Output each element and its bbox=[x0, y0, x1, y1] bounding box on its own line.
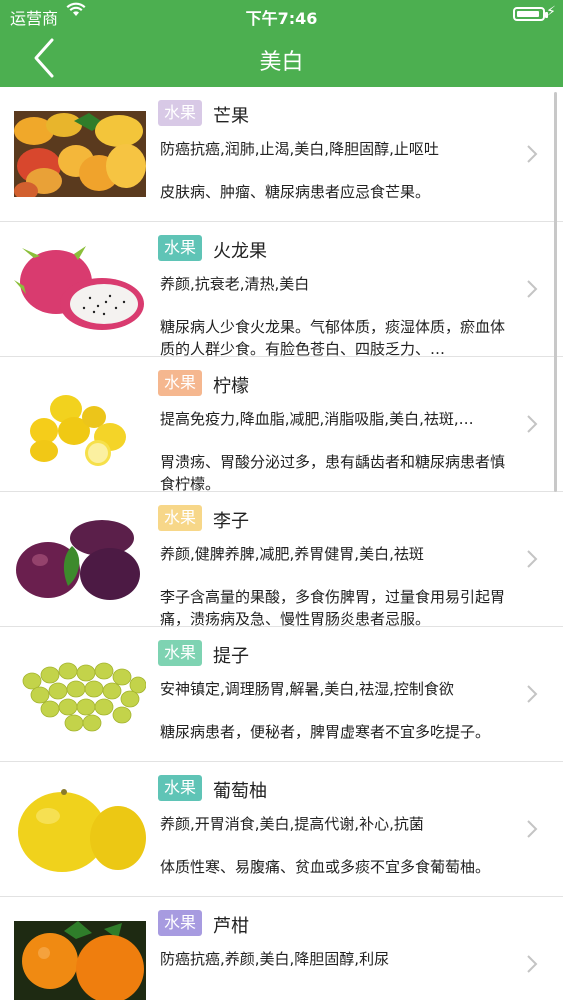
lemon-image bbox=[14, 381, 146, 467]
chevron-right-icon bbox=[527, 685, 538, 703]
food-name: 李子 bbox=[213, 511, 249, 532]
status-time: 下午7:46 bbox=[245, 9, 318, 28]
food-effects: 防癌抗癌,润肺,止渴,美白,降胆固醇,止呕吐 bbox=[160, 140, 439, 158]
category-tag: 水果 bbox=[158, 370, 203, 396]
category-tag: 水果 bbox=[158, 640, 203, 666]
list-item[interactable]: 水果 李子 养颜,健脾养脾,减肥,养胃健胃,美白,祛斑 李子含高量的果酸，多食伤… bbox=[0, 492, 563, 628]
food-name: 提子 bbox=[213, 646, 249, 667]
chevron-right-icon bbox=[527, 280, 538, 298]
list-item[interactable]: 水果 火龙果 养颜,抗衰老,清热,美白 糖尿病人少食火龙果。气郁体质，痰湿体质，… bbox=[0, 222, 563, 358]
category-tag: 水果 bbox=[158, 100, 203, 126]
orange-image bbox=[14, 921, 146, 1000]
battery-icon bbox=[513, 7, 548, 21]
food-effects: 提高免疫力,降血脂,减肥,消脂吸脂,美白,祛斑,… bbox=[160, 410, 474, 428]
food-name: 柠檬 bbox=[213, 376, 249, 397]
list-item[interactable]: 水果 芒果 防癌抗癌,润肺,止渴,美白,降胆固醇,止呕吐 皮肤病、肿瘤、糖尿病患… bbox=[0, 87, 563, 222]
food-effects: 养颜,抗衰老,清热,美白 bbox=[160, 275, 310, 293]
category-tag: 水果 bbox=[158, 775, 203, 801]
food-note: 糖尿病人少食火龙果。气郁体质，痰湿体质，瘀血体质的人群少食。有脸色苍白、四肢乏力… bbox=[160, 318, 506, 358]
category-tag: 水果 bbox=[158, 505, 203, 531]
app-header: 运营商 下午7:46 ⚡ 美白 bbox=[0, 0, 563, 87]
chevron-right-icon bbox=[527, 145, 538, 163]
list-item[interactable]: 水果 芦柑 防癌抗癌,养颜,美白,降胆固醇,利尿 bbox=[0, 897, 563, 1000]
category-tag: 水果 bbox=[158, 235, 203, 261]
food-note: 胃溃疡、胃酸分泌过多，患有龋齿者和糖尿病患者慎食柠檬。 bbox=[160, 453, 506, 493]
food-note: 皮肤病、肿瘤、糖尿病患者应忌食芒果。 bbox=[160, 183, 431, 201]
chevron-right-icon bbox=[527, 955, 538, 973]
dragonfruit-image bbox=[14, 246, 146, 332]
food-note: 体质性寒、易腹痛、贫血或多痰不宜多食葡萄柚。 bbox=[160, 858, 491, 876]
category-tag: 水果 bbox=[158, 910, 203, 936]
food-name: 芦柑 bbox=[213, 916, 249, 937]
grape-image bbox=[14, 651, 146, 737]
list-item[interactable]: 水果 提子 安神镇定,调理肠胃,解暑,美白,祛湿,控制食欲 糖尿病患者，便秘者，… bbox=[0, 627, 563, 762]
food-note: 李子含高量的果酸，多食伤脾胃，过量食用易引起胃痛，溃疡病及急、慢性胃肠炎患者忌服… bbox=[160, 588, 506, 628]
food-effects: 养颜,开胃消食,美白,提高代谢,补心,抗菌 bbox=[160, 815, 424, 833]
list-item[interactable]: 水果 葡萄柚 养颜,开胃消食,美白,提高代谢,补心,抗菌 体质性寒、易腹痛、贫血… bbox=[0, 762, 563, 897]
list-item[interactable]: 水果 柠檬 提高免疫力,降血脂,减肥,消脂吸脂,美白,祛斑,… 胃溃疡、胃酸分泌… bbox=[0, 357, 563, 493]
grapefruit-image bbox=[14, 786, 146, 872]
food-name: 火龙果 bbox=[213, 241, 267, 262]
scrollbar[interactable] bbox=[554, 92, 557, 492]
mango-image bbox=[14, 111, 146, 197]
status-bar: 运营商 下午7:46 ⚡ bbox=[0, 0, 563, 30]
food-note: 糖尿病患者，便秘者，脾胃虚寒者不宜多吃提子。 bbox=[160, 723, 491, 741]
plum-image bbox=[14, 516, 146, 602]
food-list[interactable]: 水果 芒果 防癌抗癌,润肺,止渴,美白,降胆固醇,止呕吐 皮肤病、肿瘤、糖尿病患… bbox=[0, 87, 563, 1000]
page-title: 美白 bbox=[259, 50, 304, 75]
chevron-right-icon bbox=[527, 550, 538, 568]
food-effects: 养颜,健脾养脾,减肥,养胃健胃,美白,祛斑 bbox=[160, 545, 424, 563]
charging-icon: ⚡ bbox=[546, 4, 556, 20]
chevron-right-icon bbox=[527, 820, 538, 838]
food-effects: 安神镇定,调理肠胃,解暑,美白,祛湿,控制食欲 bbox=[160, 680, 454, 698]
food-name: 芒果 bbox=[213, 106, 249, 127]
food-name: 葡萄柚 bbox=[213, 781, 267, 802]
chevron-right-icon bbox=[527, 415, 538, 433]
food-effects: 防癌抗癌,养颜,美白,降胆固醇,利尿 bbox=[160, 950, 390, 968]
